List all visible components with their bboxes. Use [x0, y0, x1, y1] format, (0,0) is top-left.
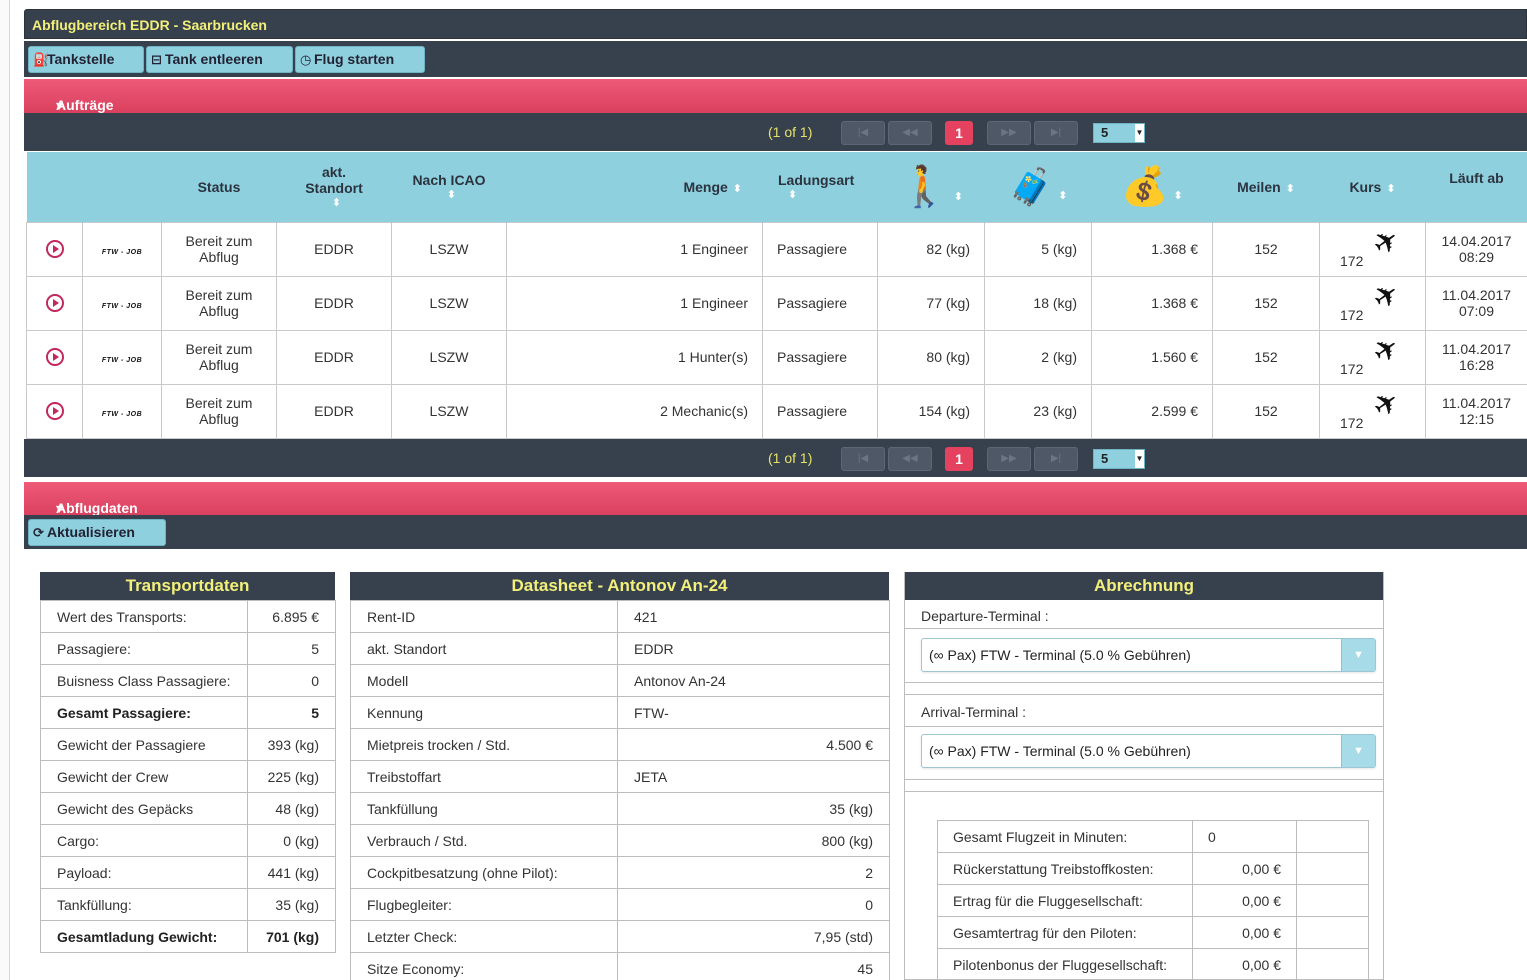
plane-heading-icon: ✈ [1366, 329, 1407, 372]
left-edge [0, 0, 10, 980]
datasheet-table: Rent-ID 421 akt. Standort EDDR Modell Anton… [350, 600, 890, 980]
dropdown-arrow-icon: ▼ [1135, 124, 1144, 142]
sort-icon: ⬍ [1173, 189, 1183, 202]
pager-next-button[interactable]: ▶▶ [987, 447, 1031, 471]
pager-current-page[interactable]: 1 [945, 121, 973, 145]
pager-info: (1 of 1) [768, 124, 813, 140]
minus-box-icon: ⊟ [151, 52, 162, 67]
clock-icon: ◷ [300, 52, 312, 67]
departure-terminal-label: Departure-Terminal : [921, 608, 1049, 624]
datasheet-panel: Datasheet - Antonov An-24 Rent-ID 421 akt… [350, 572, 890, 980]
plane-heading-icon: ✈ [1366, 221, 1407, 264]
table-row: FTW - JOB Bereit zum Abflug EDDR LSZW 1 E… [26, 275, 1527, 331]
aktualisieren-button[interactable]: ⟳ Aktualisieren [28, 519, 166, 546]
flight-section-header[interactable]: ▾ Abflugdaten und gemietetes Flugzeug - … [24, 482, 1527, 596]
start-job-button[interactable] [26, 275, 83, 331]
col-meilen[interactable]: Meilen ⬍ [1212, 152, 1320, 222]
table-row: FTW - JOB Bereit zum Abflug EDDR LSZW 2 M… [26, 383, 1527, 439]
per-page-select[interactable]: 5 ▼ [1093, 449, 1145, 469]
play-icon [45, 294, 64, 313]
abrechnung-panel: Abrechnung Departure-Terminal : (∞ Pax) … [904, 572, 1384, 980]
ftw-job-tag: FTW - JOB [101, 303, 143, 310]
col-passenger-weight[interactable]: 🚶 ⬍ [877, 152, 985, 222]
sort-icon: ⬍ [1386, 182, 1396, 195]
chevron-down-icon: ▼ [1341, 639, 1375, 671]
tank-entleeren-button[interactable]: ⊟ Tank entleeren [146, 46, 293, 73]
pager-last-button[interactable]: ▶| [1034, 121, 1078, 145]
money-bag-icon: 💰 [1121, 165, 1169, 208]
pager-prev-button[interactable]: ◀◀ [888, 447, 932, 471]
window-title: Abflugbereich EDDR - Saarbrucken [32, 17, 267, 33]
jobs-table: Status akt. Standort ⬍ Nach ICAO ⬍ Menge… [26, 152, 1527, 439]
pager-bottom: (1 of 1) |◀ ◀◀ 1 ▶▶ ▶| 5 ▼ [24, 439, 1527, 477]
arrival-terminal-label: Arrival-Terminal : [921, 704, 1027, 720]
col-price[interactable]: 💰 ⬍ [1091, 152, 1213, 222]
pager-top: (1 of 1) |◀ ◀◀ 1 ▶▶ ▶| 5 ▼ [24, 113, 1527, 151]
start-job-button[interactable] [26, 221, 83, 277]
start-job-button[interactable] [26, 329, 83, 385]
ftw-job-tag: FTW - JOB [101, 357, 143, 364]
col-icao[interactable]: Nach ICAO ⬍ [391, 152, 507, 222]
col-menge[interactable]: Menge ⬍ [506, 152, 763, 222]
col-status[interactable]: Status [161, 152, 277, 222]
play-icon [45, 348, 64, 367]
sort-icon: ⬍ [446, 189, 457, 202]
col-laeuft-ab[interactable]: Läuft ab [1425, 152, 1527, 222]
flug-starten-button[interactable]: ◷ Flug starten [295, 46, 425, 73]
ftw-job-tag: FTW - JOB [101, 249, 143, 256]
table-row: FTW - JOB Bereit zum Abflug EDDR LSZW 1 E… [26, 221, 1527, 277]
transport-panel: Transportdaten Wert des Transports: 6.895… [40, 572, 336, 953]
sort-icon: ⬍ [331, 197, 342, 210]
datasheet-title: Datasheet - Antonov An-24 [350, 572, 889, 600]
pager-info: (1 of 1) [768, 450, 813, 466]
pager-current-page[interactable]: 1 [945, 447, 973, 471]
sort-icon: ⬍ [1285, 182, 1295, 195]
transport-table: Wert des Transports: 6.895 € Passagiere: 5… [40, 600, 336, 953]
play-icon [45, 240, 64, 259]
col-luggage-weight[interactable]: 🧳 ⬍ [984, 152, 1092, 222]
plane-heading-icon: ✈ [1366, 275, 1407, 318]
abrechnung-title: Abrechnung [905, 572, 1383, 600]
ftw-job-tag: FTW - JOB [101, 411, 143, 418]
fuel-pump-icon: ⛽ [33, 52, 50, 67]
jobs-section-header[interactable]: ▾ Aufträge bereit zum Abflug von EDDR - … [24, 79, 1527, 177]
refresh-icon: ⟳ [33, 525, 44, 540]
plane-heading-icon: ✈ [1366, 383, 1407, 426]
chevron-down-icon: ▼ [1341, 735, 1375, 767]
col-ladungsart[interactable]: Ladungsart ⬍ [762, 152, 878, 222]
pager-next-button[interactable]: ▶▶ [987, 121, 1031, 145]
departure-terminal-select[interactable]: (∞ Pax) FTW - Terminal (5.0 % Gebühren) ▼ [921, 638, 1376, 672]
sort-icon: ⬍ [953, 191, 964, 204]
arrival-terminal-select[interactable]: (∞ Pax) FTW - Terminal (5.0 % Gebühren) ▼ [921, 734, 1376, 768]
toolbar: ⛽ Tankstelle ⊟ Tank entleeren ◷ Flug sta… [24, 41, 1527, 77]
window-titlebar: Abflugbereich EDDR - Saarbrucken [24, 9, 1527, 39]
col-kurs[interactable]: Kurs ⬍ [1319, 152, 1426, 222]
play-icon [45, 402, 64, 421]
billing-table: Gesamt Flugzeit in Minuten: 0 Rückerstatt… [937, 820, 1369, 980]
per-page-select[interactable]: 5 ▼ [1093, 123, 1145, 143]
pager-first-button[interactable]: |◀ [841, 447, 885, 471]
pager-prev-button[interactable]: ◀◀ [888, 121, 932, 145]
sort-icon: ⬍ [1058, 189, 1068, 202]
transport-title: Transportdaten [40, 572, 335, 600]
tankstelle-button[interactable]: ⛽ Tankstelle [28, 46, 144, 73]
table-row: FTW - JOB Bereit zum Abflug EDDR LSZW 1 H… [26, 329, 1527, 385]
dropdown-arrow-icon: ▼ [1135, 450, 1144, 468]
refresh-toolbar: ⟳ Aktualisieren [24, 515, 1527, 549]
pager-last-button[interactable]: ▶| [1034, 447, 1078, 471]
pager-first-button[interactable]: |◀ [841, 121, 885, 145]
start-job-button[interactable] [26, 383, 83, 439]
luggage-icon: 🧳 [1008, 165, 1054, 207]
sort-icon: ⬍ [788, 189, 798, 202]
col-standort[interactable]: akt. Standort ⬍ [276, 152, 392, 222]
sort-icon: ⬍ [732, 182, 742, 195]
passenger-icon: 🚶 [898, 165, 949, 210]
